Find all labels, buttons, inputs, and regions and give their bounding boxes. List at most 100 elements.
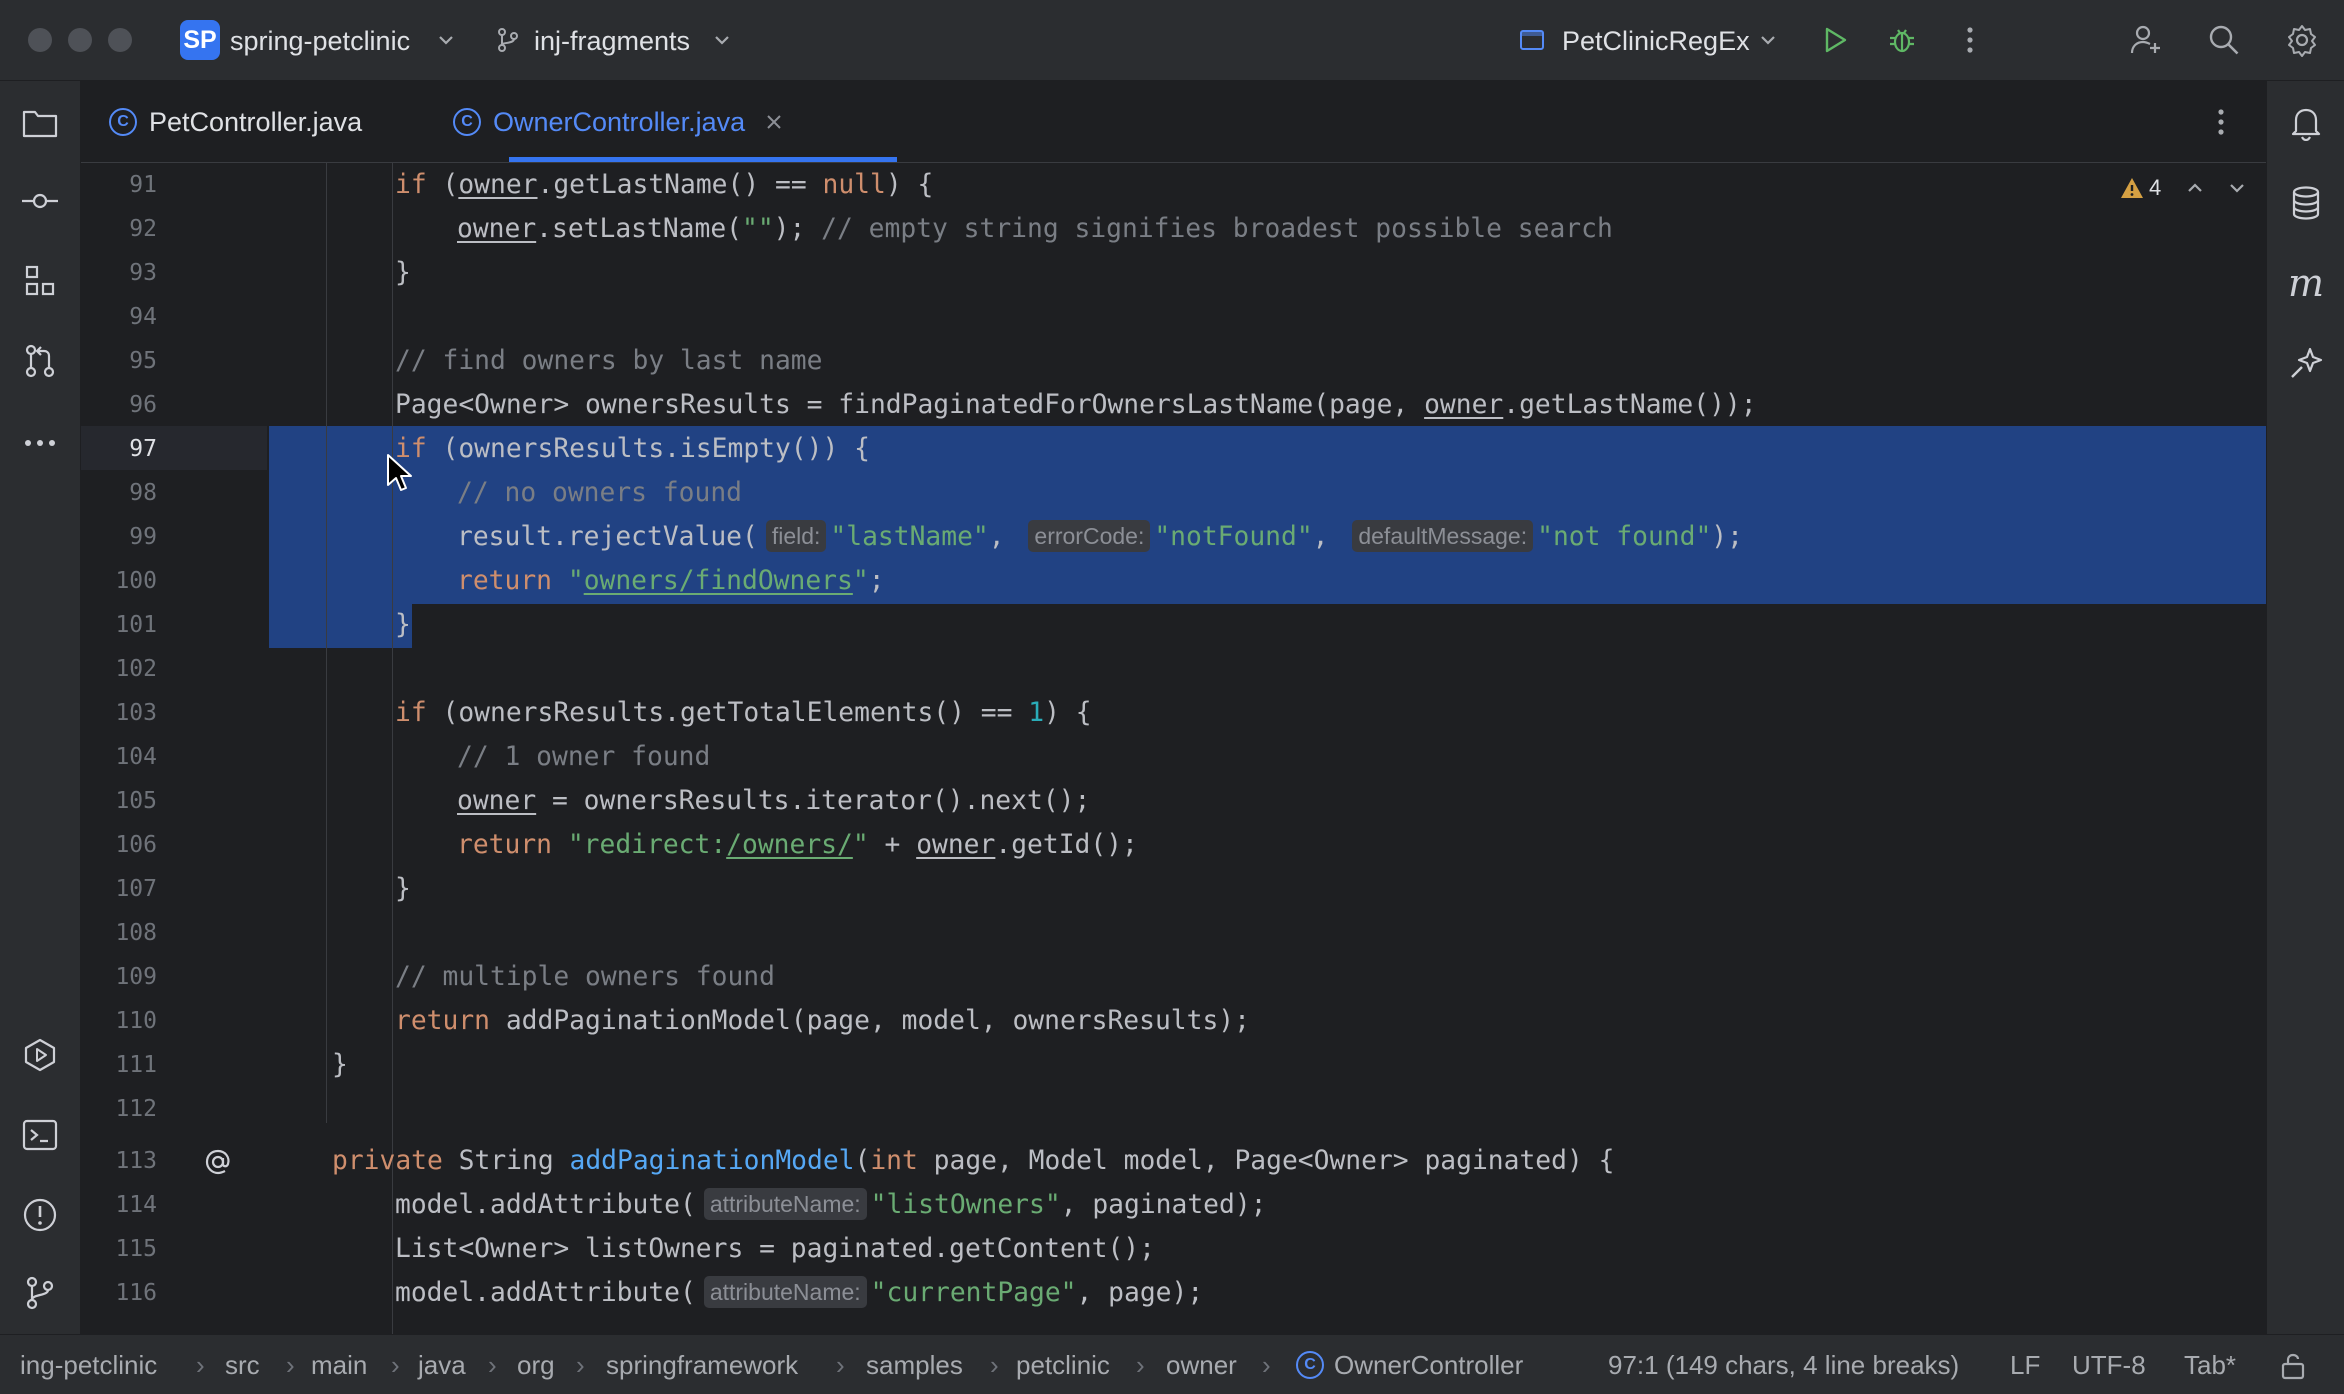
breadcrumb-separator: › (1262, 1350, 1271, 1380)
line-separator[interactable]: LF (2010, 1349, 2040, 1381)
breadcrumb-item[interactable]: ing-petclinic (20, 1349, 157, 1381)
more-icon[interactable] (18, 421, 62, 465)
title-bar: SP spring-petclinic inj-fragments PetCli… (0, 0, 2344, 81)
code-line-106: return "redirect:/owners/" + owner.getId… (457, 830, 1138, 860)
project-badge[interactable]: SP (180, 20, 220, 60)
problems-icon[interactable] (18, 1193, 62, 1237)
line-number: 100 (115, 568, 157, 594)
folder-icon[interactable] (18, 101, 62, 145)
chevron-down-icon[interactable] (1746, 18, 1790, 62)
run-icon[interactable] (1812, 18, 1856, 62)
more-vertical-icon[interactable] (2199, 100, 2243, 144)
code-line-105: owner = ownersResults.iterator().next(); (457, 786, 1091, 816)
add-user-icon[interactable] (2124, 18, 2168, 62)
code-line-98: // no owners found (457, 478, 742, 508)
breadcrumb-item[interactable]: owner (1166, 1349, 1237, 1381)
code-line-114: model.addAttribute(attributeName: "listOw… (395, 1188, 1267, 1220)
code-editor[interactable]: 91 if (owner.getLastName() == null) { 92… (81, 163, 2266, 1334)
line-number: 105 (115, 788, 157, 814)
code-line-110: return addPaginationModel(page, model, o… (395, 1006, 1250, 1036)
code-line-116: model.addAttribute(attributeName: "curren… (395, 1276, 1204, 1308)
breadcrumb-item[interactable]: src (225, 1349, 260, 1381)
tab-label: OwnerController.java (493, 106, 746, 137)
code-line-95: // find owners by last name (395, 346, 823, 376)
breadcrumb-separator: › (990, 1350, 999, 1380)
lock-icon[interactable] (2278, 1351, 2308, 1381)
run-config-selector[interactable]: PetClinicRegEx (1562, 24, 1750, 58)
line-number: 96 (129, 392, 157, 418)
maximize-window-button[interactable] (108, 28, 132, 52)
breadcrumb-item[interactable]: OwnerController (1334, 1349, 1523, 1381)
services-icon[interactable] (18, 1033, 62, 1077)
chevron-down-icon[interactable] (700, 18, 744, 62)
commit-icon[interactable] (18, 179, 62, 223)
line-number: 102 (115, 656, 157, 682)
status-bar: ing-petclinic › src › main › java › org … (0, 1334, 2344, 1394)
active-tab-indicator (509, 157, 897, 162)
inspection-widget[interactable]: 4 (2119, 175, 2247, 201)
left-tool-window-bar (0, 81, 81, 1334)
search-icon[interactable] (2202, 18, 2246, 62)
code-line-113: private String addPaginationModel(int pa… (332, 1146, 1615, 1176)
line-number: 91 (129, 172, 157, 198)
breadcrumb-item[interactable]: petclinic (1016, 1349, 1110, 1381)
more-vertical-icon[interactable] (1948, 18, 1992, 62)
code-line-92: owner.setLastName(""); // empty string s… (457, 214, 1613, 244)
class-icon: C (453, 108, 481, 136)
debug-icon[interactable] (1880, 18, 1924, 62)
line-number: 92 (129, 216, 157, 242)
settings-icon[interactable] (2280, 18, 2324, 62)
code-line-115: List<Owner> listOwners = paginated.getCo… (395, 1234, 1155, 1264)
tab-pet-controller[interactable]: C PetController.java (109, 81, 362, 163)
structure-icon[interactable] (18, 259, 62, 303)
breadcrumb-item[interactable]: org (517, 1349, 555, 1381)
line-number: 115 (115, 1236, 157, 1262)
database-icon[interactable] (2284, 181, 2328, 225)
notifications-icon[interactable] (2284, 101, 2328, 145)
terminal-icon[interactable] (18, 1113, 62, 1157)
close-tab-icon[interactable] (765, 113, 783, 131)
editor-tabs: C PetController.java C OwnerController.j… (81, 81, 2266, 163)
branch-icon (486, 18, 530, 62)
class-icon: C (1296, 1351, 1324, 1379)
file-encoding[interactable]: UTF-8 (2072, 1349, 2146, 1381)
minimize-window-button[interactable] (68, 28, 92, 52)
warning-icon (2121, 178, 2143, 198)
line-number: 112 (115, 1096, 157, 1122)
tab-label: PetController.java (149, 106, 363, 137)
chevron-down-icon[interactable] (424, 18, 468, 62)
line-number: 99 (129, 524, 157, 550)
project-switcher[interactable]: spring-petclinic (230, 24, 410, 58)
line-number: 94 (129, 304, 157, 330)
pull-requests-icon[interactable] (18, 339, 62, 383)
breadcrumb-item[interactable]: springframework (606, 1349, 798, 1381)
ai-assistant-icon[interactable] (2284, 341, 2328, 385)
indent-setting[interactable]: Tab* (2184, 1349, 2236, 1381)
git-icon[interactable] (18, 1271, 62, 1315)
param-hint: errorCode: (1028, 520, 1151, 552)
mouse-cursor-icon (387, 454, 412, 491)
line-number: 106 (115, 832, 157, 858)
code-line-93: } (395, 258, 411, 288)
breadcrumb-separator: › (836, 1350, 845, 1380)
warnings-count: 4 (2149, 175, 2162, 200)
breadcrumb-item[interactable]: samples (866, 1349, 963, 1381)
maven-icon[interactable]: m (2284, 261, 2328, 305)
caret-position[interactable]: 97:1 (149 chars, 4 line breaks) (1608, 1349, 1959, 1381)
close-window-button[interactable] (28, 28, 52, 52)
at-annotation-icon[interactable] (203, 1147, 233, 1177)
tab-owner-controller[interactable]: C OwnerController.java (453, 81, 783, 163)
code-line-111: } (332, 1050, 348, 1080)
class-icon: C (109, 108, 137, 136)
line-number: 101 (115, 612, 157, 638)
code-line-100: return "owners/findOwners"; (457, 566, 885, 596)
breadcrumb-separator: › (576, 1350, 585, 1380)
code-line-91: if (owner.getLastName() == null) { (395, 170, 934, 200)
branch-switcher[interactable]: inj-fragments (534, 24, 690, 58)
breadcrumb-item[interactable]: main (311, 1349, 367, 1381)
chevron-down-icon[interactable] (2227, 178, 2247, 198)
chevron-up-icon[interactable] (2185, 178, 2205, 198)
code-line-104: // 1 owner found (457, 742, 711, 772)
line-number: 109 (115, 964, 157, 990)
breadcrumb-item[interactable]: java (418, 1349, 466, 1381)
